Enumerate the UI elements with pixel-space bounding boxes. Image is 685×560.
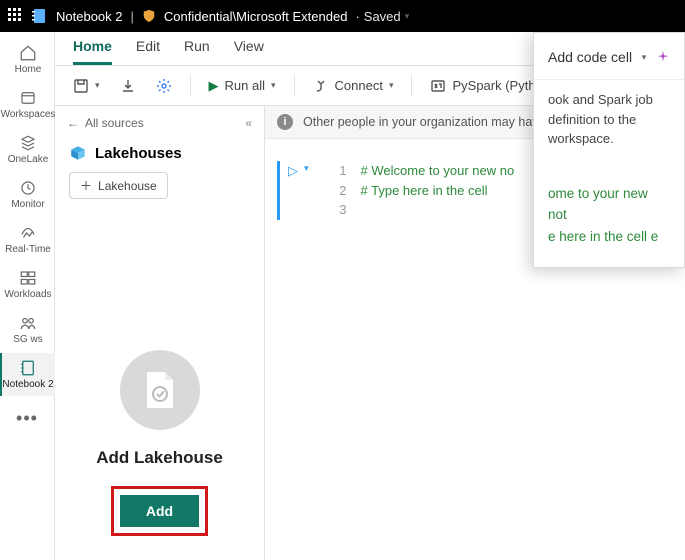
download-button[interactable]: [114, 74, 142, 98]
code-line: 1# Welcome to your new no: [329, 161, 515, 181]
add-lakehouse-button[interactable]: Add: [120, 495, 199, 527]
notebook-icon: [32, 8, 48, 24]
save-status[interactable]: · Saved ▾: [355, 9, 409, 24]
app-topbar: Notebook 2 | Confidential\Microsoft Exte…: [0, 0, 685, 32]
chip-label: Lakehouse: [98, 179, 157, 193]
popover-code-preview: ome to your new not e here in the cell e: [548, 183, 670, 248]
tab-view[interactable]: View: [234, 32, 264, 65]
add-button-highlight: Add: [111, 486, 208, 536]
connect-button[interactable]: Connect ▾: [307, 74, 400, 98]
rail-workspace-sgws[interactable]: SG ws: [0, 308, 55, 351]
popover-title[interactable]: Add code cell: [548, 49, 632, 65]
all-sources-label: All sources: [85, 116, 144, 130]
rail-label: SG ws: [13, 334, 42, 345]
sensitivity-label[interactable]: Confidential\Microsoft Extended: [164, 9, 348, 24]
chevron-down-icon[interactable]: ▾: [642, 52, 647, 63]
separator: [294, 75, 295, 97]
save-button[interactable]: ▾: [67, 74, 106, 98]
rail-home[interactable]: Home: [0, 38, 55, 81]
separator: [411, 75, 412, 97]
lakehouse-empty-state: Add Lakehouse Add: [55, 199, 264, 560]
code-editor[interactable]: 1# Welcome to your new no 2# Type here i…: [319, 161, 515, 220]
run-cell-button[interactable]: ▷: [288, 163, 298, 179]
rail-notebook2[interactable]: Notebook 2: [0, 353, 55, 396]
add-lakehouse-chip[interactable]: ＋ Lakehouse: [69, 172, 168, 199]
run-all-button[interactable]: ▶ Run all ▾: [203, 74, 282, 98]
rail-label: Real-Time: [5, 244, 51, 255]
lakehouses-title: Lakehouses: [95, 145, 182, 162]
app-launcher-icon[interactable]: [8, 8, 24, 24]
empty-title: Add Lakehouse: [96, 448, 223, 468]
rail-workloads[interactable]: Workloads: [0, 263, 55, 306]
rail-workspaces[interactable]: Workspaces: [0, 83, 55, 126]
rail-realtime[interactable]: Real-Time: [0, 218, 55, 261]
rail-monitor[interactable]: Monitor: [0, 173, 55, 216]
bullet: ·: [355, 9, 359, 24]
chevron-down-icon: ▾: [389, 80, 394, 91]
plug-icon: [313, 78, 329, 94]
rail-onelake[interactable]: OneLake: [0, 128, 55, 171]
add-code-cell-popover: Add code cell ▾ ook and Spark job defini…: [533, 32, 685, 268]
lakehouses-heading: Lakehouses: [55, 140, 264, 172]
run-all-label: Run all: [225, 78, 265, 93]
rail-label: Workspaces: [1, 109, 56, 120]
tab-home[interactable]: Home: [73, 32, 112, 65]
connect-label: Connect: [335, 78, 383, 93]
sparkle-icon[interactable]: [656, 50, 670, 64]
tab-edit[interactable]: Edit: [136, 32, 160, 65]
all-sources-back[interactable]: ← All sources: [67, 116, 144, 130]
code-line: ome to your new not: [548, 183, 670, 226]
language-icon: [430, 78, 446, 94]
rail-label: Notebook 2: [2, 379, 53, 390]
chevron-down-icon: ▾: [271, 80, 276, 91]
arrow-left-icon: ←: [67, 116, 79, 130]
chevron-down-icon: ▾: [405, 11, 410, 22]
download-icon: [120, 78, 136, 94]
left-nav-rail: Home Workspaces OneLake Monitor Real-Tim…: [0, 32, 55, 560]
rail-label: OneLake: [8, 154, 49, 165]
lakehouse-icon: [69, 144, 87, 162]
popover-body: ook and Spark job definition to the work…: [548, 90, 670, 149]
code-line: e here in the cell e: [548, 226, 670, 248]
code-line: 2# Type here in the cell: [329, 181, 515, 201]
collapse-sidebar-button[interactable]: «: [245, 116, 252, 130]
empty-state-illustration: [120, 350, 200, 430]
play-icon: ▶: [209, 78, 219, 94]
tab-run[interactable]: Run: [184, 32, 210, 65]
sensitivity-shield-icon: [142, 9, 156, 23]
saved-text: Saved: [364, 9, 401, 24]
separator: [190, 75, 191, 97]
cell-gutter: ▷ ▾: [277, 161, 309, 220]
document-check-icon: [143, 370, 177, 410]
plus-icon: ＋: [80, 177, 92, 194]
settings-button[interactable]: [150, 74, 178, 98]
rail-label: Home: [15, 64, 42, 75]
notebook-title[interactable]: Notebook 2: [56, 9, 123, 24]
chevron-down-icon: ▾: [95, 80, 100, 91]
save-icon: [73, 78, 89, 94]
gear-icon: [156, 78, 172, 94]
separator: |: [131, 9, 134, 24]
code-line: 3: [329, 200, 515, 220]
rail-more[interactable]: •••: [16, 398, 38, 439]
chevron-down-icon[interactable]: ▾: [304, 163, 309, 174]
rail-label: Workloads: [4, 289, 51, 300]
info-icon: i: [277, 114, 293, 130]
rail-label: Monitor: [11, 199, 44, 210]
lakehouse-sidebar: ← All sources « Lakehouses ＋ Lakehouse A…: [55, 106, 265, 560]
